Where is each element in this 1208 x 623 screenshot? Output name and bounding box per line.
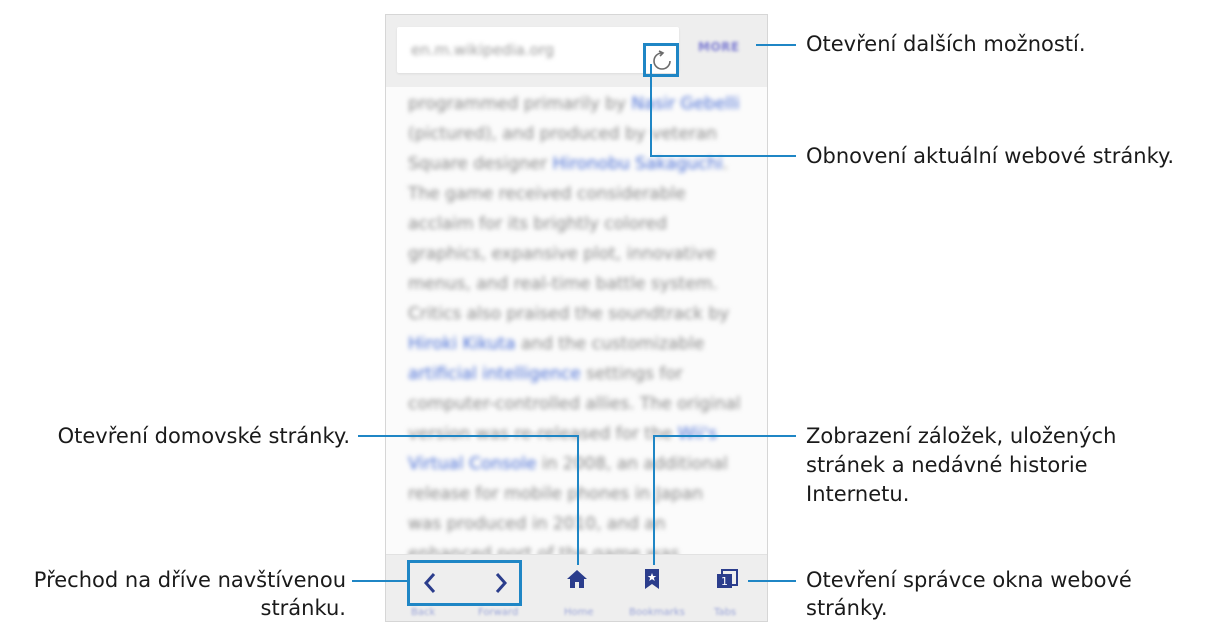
back-button[interactable] xyxy=(422,571,438,599)
chevron-right-icon xyxy=(495,573,508,593)
article-link[interactable]: Nasir Gebelli xyxy=(631,94,739,114)
article-line: The game received considerable xyxy=(408,184,686,204)
home-label: Home xyxy=(564,607,594,618)
article-line: was produced in 2010, and an xyxy=(408,514,666,534)
article-line: Virtual Console in 2008, an additional xyxy=(408,454,728,474)
tabs-button[interactable]: 1 xyxy=(716,569,738,593)
callout-line-more xyxy=(756,44,796,46)
callout-line-home-vertical xyxy=(577,435,579,565)
more-button[interactable]: MORE xyxy=(698,40,740,54)
callout-tabs-1: Otevření správce okna webové xyxy=(806,568,1132,592)
url-text: en.m.wikipedia.org xyxy=(411,41,555,59)
callout-more: Otevření dalších možností. xyxy=(806,32,1086,56)
refresh-icon xyxy=(653,50,671,70)
home-button[interactable] xyxy=(566,569,588,593)
tab-count: 1 xyxy=(721,575,728,588)
article-link[interactable]: Virtual Console xyxy=(408,454,536,474)
callout-line-tabs xyxy=(748,580,796,582)
callout-line-bookmarks-vertical xyxy=(653,435,655,565)
article-line: computer-controlled allies. The original xyxy=(408,394,741,414)
bookmark-icon xyxy=(645,569,659,589)
url-field[interactable]: en.m.wikipedia.org xyxy=(397,27,679,77)
article-line: graphics, expansive plot, innovative xyxy=(408,244,716,264)
callout-nav-2: stránku. xyxy=(260,596,347,620)
article-link[interactable]: Hironobu Sakaguchi xyxy=(553,154,723,174)
forward-button[interactable] xyxy=(493,571,509,599)
callout-bookmarks-1: Zobrazení záložek, uložených xyxy=(806,424,1117,448)
article-line: (pictured), and produced by veteran xyxy=(408,124,718,144)
address-bar: en.m.wikipedia.org MORE xyxy=(386,15,767,87)
refresh-button[interactable] xyxy=(643,43,679,77)
back-forward-group xyxy=(407,560,522,606)
back-label: Back xyxy=(411,607,436,618)
callout-nav-1: Přechod na dříve navštívenou xyxy=(33,568,346,592)
bookmarks-label: Bookmarks xyxy=(629,607,685,618)
callout-line-refresh-vertical xyxy=(650,64,652,157)
article-link[interactable]: Wii's xyxy=(678,424,717,444)
chevron-left-icon xyxy=(423,573,436,593)
article-line: Hiroki Kikuta and the customizable xyxy=(408,334,705,354)
callout-bookmarks-3: Internetu. xyxy=(806,482,910,506)
article-line: Critics also praised the soundtrack by xyxy=(408,304,730,324)
tabs-icon: 1 xyxy=(717,569,738,588)
article-line: artificial intelligence settings for xyxy=(408,364,683,384)
tabs-label: Tabs xyxy=(714,607,737,618)
callout-line-home xyxy=(358,435,579,437)
callout-refresh: Obnovení aktuální webové stránky. xyxy=(806,144,1175,168)
callout-tabs-2: stránky. xyxy=(806,596,888,620)
callout-line-refresh xyxy=(650,155,796,157)
forward-label: Forward xyxy=(478,607,519,618)
article-link[interactable]: Hiroki Kikuta xyxy=(408,334,516,354)
article-link[interactable]: artificial intelligence xyxy=(408,364,581,384)
bookmarks-button[interactable] xyxy=(644,568,660,594)
callout-bookmarks-2: stránek a nedávné historie xyxy=(806,453,1088,477)
article-line: release for mobile phones in Japan xyxy=(408,484,704,504)
article-line: menus, and real-time battle system. xyxy=(408,274,718,294)
article-line: programmed primarily by Nasir Gebelli xyxy=(408,94,740,114)
article-line: acclaim for its brightly colored xyxy=(408,214,668,234)
callout-line-bookmarks xyxy=(653,435,796,437)
article-line: version was re-released for the Wii's xyxy=(408,424,718,444)
callout-line-nav xyxy=(352,580,408,582)
callout-home: Otevření domovské stránky. xyxy=(57,424,350,448)
home-icon xyxy=(567,570,587,588)
